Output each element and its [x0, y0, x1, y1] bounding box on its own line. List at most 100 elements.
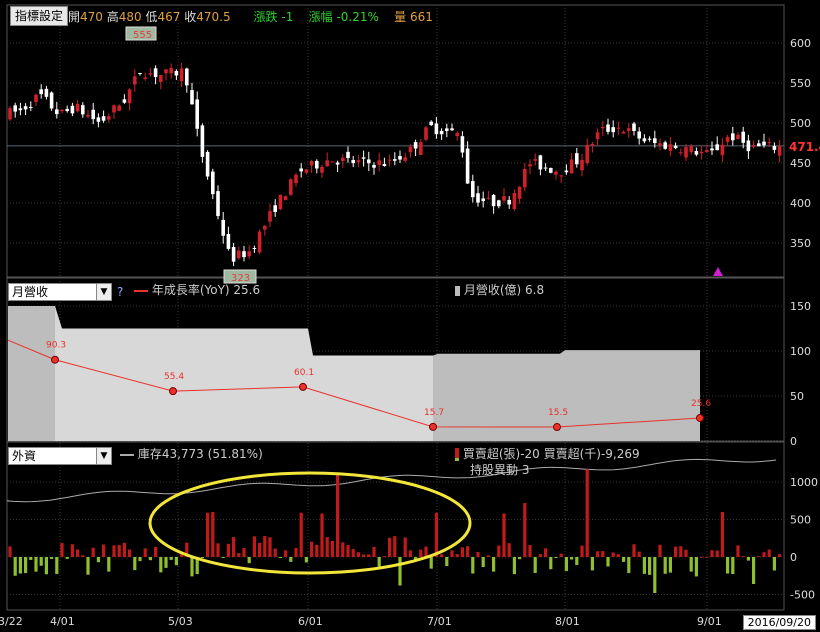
candle-body	[60, 109, 64, 112]
foreign-bar	[762, 552, 766, 557]
foreign-bar	[523, 503, 527, 557]
candle-body	[382, 164, 387, 166]
foreign-bar	[575, 557, 579, 565]
foreign-bar	[440, 554, 444, 557]
revenue-y-tick: 150	[790, 300, 811, 313]
foreign-bar	[450, 550, 454, 557]
candle-body	[746, 140, 751, 152]
candle-body	[367, 159, 371, 164]
candle-body	[523, 168, 527, 188]
candle-body	[647, 138, 652, 140]
foreign-bar	[351, 548, 355, 557]
foreign-bar	[76, 549, 80, 557]
foreign-bar	[60, 543, 64, 557]
revenue-y-tick: 50	[790, 390, 804, 403]
foreign-bar	[632, 544, 636, 557]
revenue-legend: 月營收(億) 6.8	[455, 281, 544, 298]
yoy-legend-text: 年成長率(YoY) 25.6	[151, 283, 261, 297]
foreign-bar	[403, 537, 407, 557]
foreign-bar	[388, 537, 392, 557]
candle-body	[361, 157, 366, 159]
candle-body	[725, 136, 730, 142]
yoy-point-label: 55.4	[164, 372, 184, 382]
foreign-bar	[263, 536, 267, 557]
foreign-dropdown[interactable]: 外資 ▼	[8, 447, 112, 465]
foreign-bar	[466, 546, 470, 557]
indicator-settings-button[interactable]: 指標設定	[10, 6, 69, 26]
price-y-tick: 350	[790, 237, 811, 250]
foreign-bar	[486, 555, 490, 557]
x-axis-label: 6/01	[298, 615, 323, 628]
foreign-bar	[247, 557, 251, 564]
candle-body	[595, 132, 600, 140]
foreign-bar	[268, 537, 272, 557]
candle-body	[325, 160, 329, 167]
candle-body	[200, 125, 205, 157]
foreign-bar	[492, 557, 496, 572]
candle-body	[642, 138, 647, 142]
yoy-point-label: 15.5	[548, 408, 568, 418]
help-icon[interactable]: ?	[117, 285, 123, 299]
foreign-bar	[611, 552, 615, 557]
candle-body	[559, 175, 563, 177]
foreign-bar	[346, 545, 350, 557]
price-y-tick: 550	[790, 77, 811, 90]
foreign-bar	[528, 545, 532, 557]
foreign-bar	[757, 556, 761, 558]
candle-body	[450, 128, 454, 131]
candle-body	[512, 193, 517, 210]
candle-body	[377, 160, 381, 166]
price-y-tick: 400	[790, 197, 811, 210]
foreign-bar	[642, 557, 646, 574]
current-date-box: 2016/09/20	[742, 615, 816, 630]
x-axis-label: 7/01	[427, 615, 452, 628]
foreign-bar	[226, 543, 230, 557]
foreign-bar	[148, 557, 152, 561]
foreign-bar	[434, 512, 438, 557]
candle-body	[741, 131, 745, 143]
foreign-bar	[86, 557, 90, 575]
foreign-bar	[315, 544, 319, 557]
inventory-legend: 庫存43,773 (51.81%)	[120, 445, 263, 462]
foreign-bar	[96, 557, 100, 563]
price-y-tick: 450	[790, 157, 811, 170]
open-label: 開	[68, 10, 81, 24]
foreign-y-tick: 1000	[790, 476, 818, 489]
candle-body	[471, 181, 475, 198]
candle-body	[13, 105, 17, 112]
foreign-bar	[164, 557, 168, 568]
candle-body	[174, 70, 179, 76]
candle-body	[585, 144, 589, 164]
candle-body	[263, 225, 267, 230]
yoy-point	[696, 413, 704, 422]
foreign-bar	[585, 469, 589, 557]
candle-body	[242, 251, 246, 258]
foreign-bar	[50, 557, 54, 559]
yoy-point-label: 15.7	[424, 408, 444, 418]
foreign-bar	[29, 557, 33, 560]
foreign-bar	[8, 546, 12, 557]
candle-body	[29, 106, 33, 108]
candle-body	[205, 151, 210, 177]
foreign-bar	[601, 551, 605, 557]
foreign-bar	[622, 557, 626, 562]
foreign-bar	[154, 546, 158, 557]
candle-body	[663, 142, 667, 149]
foreign-bar	[221, 557, 225, 558]
candle-body	[169, 67, 173, 74]
foreign-bar	[653, 557, 657, 593]
foreign-bar	[715, 550, 719, 557]
foreign-bar	[362, 554, 366, 557]
candle-body	[580, 159, 584, 171]
foreign-bar	[65, 557, 69, 559]
foreign-bar	[424, 546, 428, 557]
candle-body	[419, 142, 423, 155]
revenue-legend-text: 月營收(億) 6.8	[463, 283, 545, 297]
foreign-bar	[533, 557, 537, 573]
candle-body	[190, 90, 194, 105]
yoy-point-label: 25.6	[691, 399, 711, 409]
revenue-dropdown[interactable]: 月營收 ▼	[8, 283, 112, 301]
foreign-dropdown-value: 外資	[12, 449, 37, 463]
open-value: 470	[80, 10, 103, 24]
yoy-point	[553, 423, 561, 432]
